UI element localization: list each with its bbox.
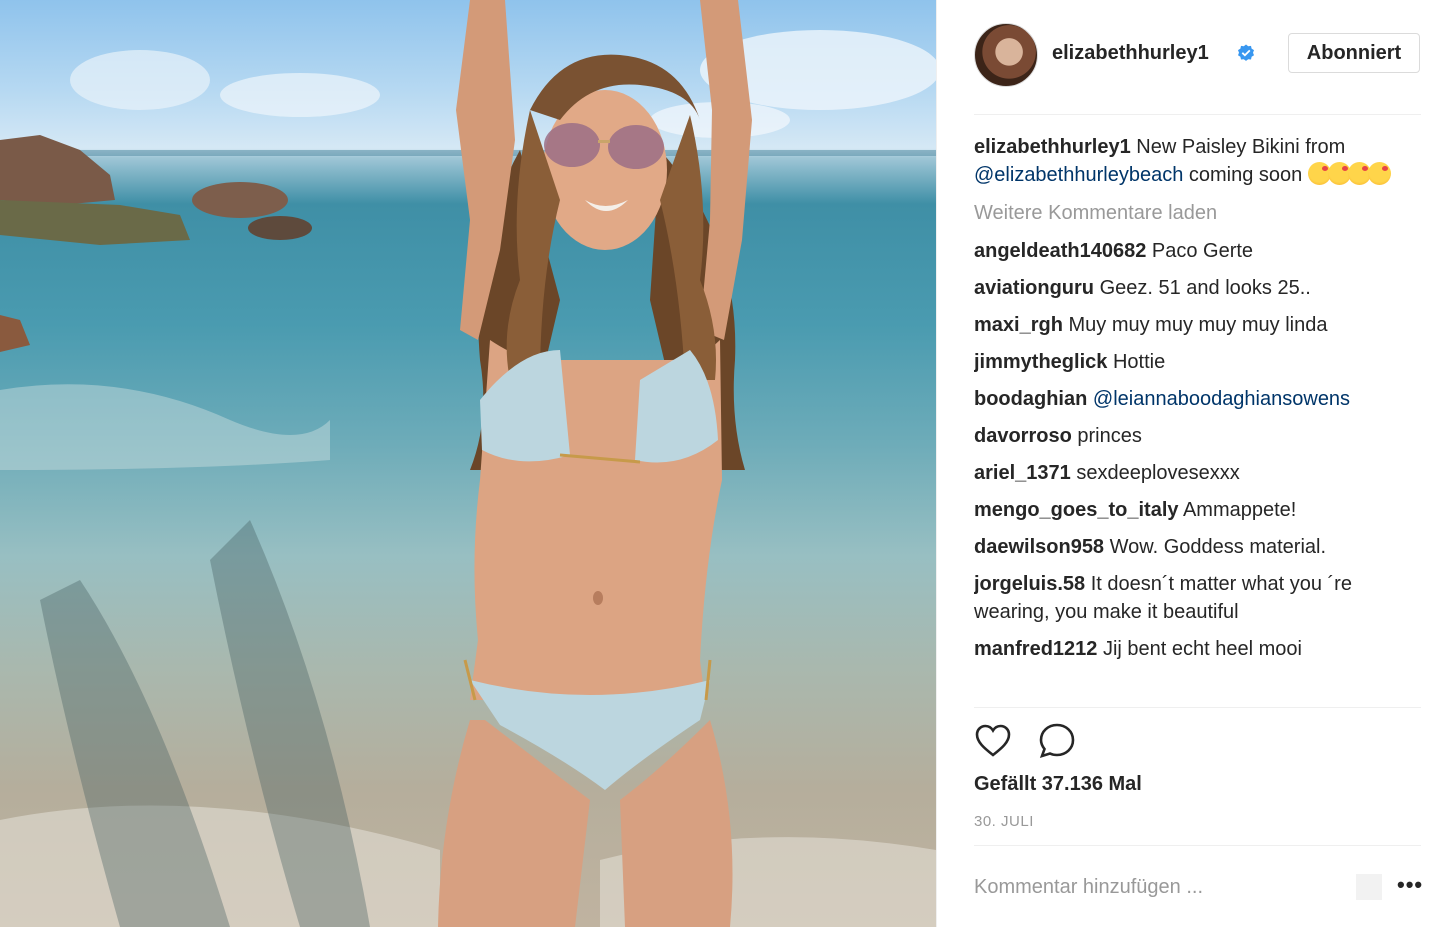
comment-item: manfred1212 Jij bent echt heel mooi — [974, 635, 1394, 663]
comment-username[interactable]: angeldeath140682 — [974, 240, 1146, 262]
caption-text-before: New Paisley Bikini from — [1136, 136, 1346, 158]
verified-badge-icon — [1238, 44, 1254, 61]
owner-username[interactable]: elizabethhurley1 — [1052, 42, 1209, 65]
comment-text: Wow. Goddess material. — [1109, 536, 1327, 558]
load-more-comments-link[interactable]: Weitere Kommentare laden — [974, 199, 1394, 227]
comment-username[interactable]: ariel_1371 — [974, 462, 1071, 484]
comment-username[interactable]: davorroso — [974, 425, 1072, 447]
comment-bubble-icon[interactable] — [1038, 722, 1076, 760]
loading-placeholder — [1356, 874, 1382, 900]
comment-text: Hottie — [1112, 351, 1166, 373]
post-date[interactable]: 30. JULI — [974, 813, 1034, 830]
comment-text: Ammappete! — [1182, 499, 1297, 521]
comment-item: ariel_1371 sexdeeplovesexxx — [974, 459, 1394, 487]
comment-item: aviationguru Geez. 51 and looks 25.. — [974, 274, 1394, 302]
header-divider — [974, 114, 1421, 115]
comment-username[interactable]: boodaghian — [974, 388, 1087, 410]
more-options-button[interactable]: ••• — [1397, 872, 1423, 898]
comment-item: jimmytheglick Hottie — [974, 348, 1394, 376]
comment-item: davorroso princes — [974, 422, 1394, 450]
comment-item: maxi_rgh Muy muy muy muy muy linda — [974, 311, 1394, 339]
comment-item: daewilson958 Wow. Goddess material. — [974, 533, 1394, 561]
comment-text: Jij bent echt heel mooi — [1102, 638, 1302, 660]
post-panel: elizabethhurley1 Abonniert elizabethhurl… — [936, 0, 1440, 927]
comment-text: sexdeeplovesexxx — [1076, 462, 1240, 484]
comment-item: boodaghian @leiannaboodaghiansowens — [974, 385, 1394, 413]
footer-divider — [974, 845, 1421, 846]
heart-icon[interactable] — [974, 722, 1012, 760]
comments-divider — [974, 707, 1421, 708]
caption-username[interactable]: elizabethhurley1 — [974, 136, 1131, 158]
comment-item: jorgeluis.58 It doesn´t matter what you … — [974, 570, 1394, 626]
photo-scene — [0, 0, 936, 927]
comment-text: Paco Gerte — [1151, 240, 1254, 262]
comment-item: mengo_goes_to_italy Ammappete! — [974, 496, 1394, 524]
comment-text: princes — [1077, 425, 1142, 447]
comment-text: Geez. 51 and looks 25.. — [1099, 277, 1311, 299]
caption-text-after: coming soon — [1183, 164, 1303, 186]
comment-username[interactable]: maxi_rgh — [974, 314, 1063, 336]
comments-list[interactable]: elizabethhurley1 New Paisley Bikini from… — [974, 133, 1394, 708]
follow-button[interactable]: Abonniert — [1288, 33, 1420, 73]
comment-username[interactable]: jimmytheglick — [974, 351, 1107, 373]
comment-username[interactable]: daewilson958 — [974, 536, 1104, 558]
comment-username[interactable]: manfred1212 — [974, 638, 1097, 660]
comment-username[interactable]: aviationguru — [974, 277, 1094, 299]
post-caption: elizabethhurley1 New Paisley Bikini from… — [974, 133, 1394, 189]
comment-username[interactable]: mengo_goes_to_italy — [974, 499, 1179, 521]
add-comment-input[interactable]: Kommentar hinzufügen ... — [974, 876, 1203, 899]
comment-item: angeldeath140682 Paco Gerte — [974, 237, 1394, 265]
owner-avatar[interactable] — [974, 23, 1038, 87]
comment-text: Muy muy muy muy muy linda — [1068, 314, 1328, 336]
post-photo[interactable] — [0, 0, 936, 927]
kiss-emoji-icon — [1307, 162, 1391, 186]
comment-mention[interactable]: @leiannaboodaghiansowens — [1093, 388, 1350, 410]
caption-mention[interactable]: @elizabethhurleybeach — [974, 164, 1183, 186]
post-header: elizabethhurley1 Abonniert — [937, 0, 1440, 114]
comment-username[interactable]: jorgeluis.58 — [974, 573, 1085, 595]
likes-count[interactable]: Gefällt 37.136 Mal — [974, 773, 1142, 796]
